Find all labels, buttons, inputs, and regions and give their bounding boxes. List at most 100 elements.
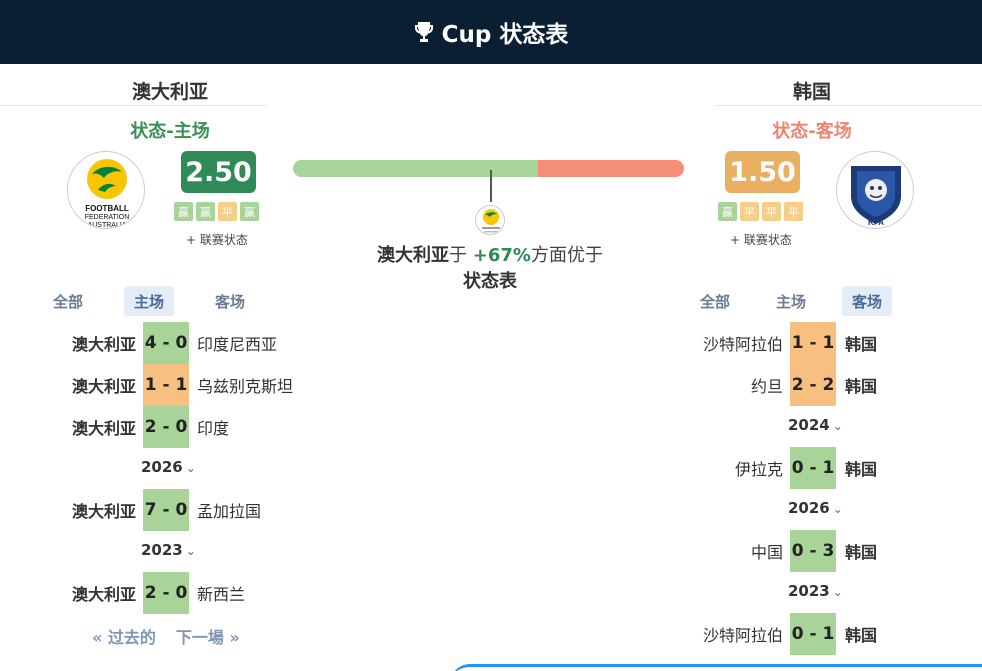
chevron-down-icon: ⌄ <box>185 461 196 475</box>
comparison-subject: 状态表 <box>463 271 517 292</box>
match-row[interactable]: 沙特阿拉伯 0 - 1 韩国 <box>660 613 877 655</box>
divider <box>0 105 267 106</box>
mini-form-box: 赢 <box>718 202 737 221</box>
mini-form-box: 赢 <box>174 202 193 221</box>
tab-all[interactable]: 全部 <box>690 286 740 316</box>
home-form-label: 状态-主场 <box>130 121 210 142</box>
korea-crest: KFA <box>836 151 914 229</box>
match-row[interactable]: 澳大利亚 4 - 0 印度尼西亚 <box>40 322 277 364</box>
comparison-suffix: 方面优于 <box>530 245 603 266</box>
away-tabs: 全部 主场 客场 <box>690 286 892 316</box>
svg-text:AUSTRALIA: AUSTRALIA <box>88 222 127 229</box>
away-team-cell: 乌兹别克斯坦 <box>197 377 294 396</box>
away-team-cell: 韩国 <box>845 626 878 645</box>
home-share-bar <box>293 160 539 177</box>
away-league-form-link[interactable]: + 联赛状态 <box>730 231 792 248</box>
home-team-cell: 中国 <box>750 543 783 562</box>
year-label: 2024 <box>788 416 830 434</box>
home-team-cell: 澳大利亚 <box>71 502 136 521</box>
score-cell[interactable]: 2 - 0 <box>143 572 189 614</box>
svg-text:FEDERATION: FEDERATION <box>85 214 130 221</box>
mini-form-box: 平 <box>784 202 803 221</box>
comparison-pointer <box>490 170 492 202</box>
mini-form-box: 平 <box>218 202 237 221</box>
away-rating-badge: 1.50 <box>725 151 800 193</box>
home-team-cell: 澳大利亚 <box>71 419 136 438</box>
match-row[interactable]: 澳大利亚 1 - 1 乌兹别克斯坦 <box>40 364 293 406</box>
pager: « 过去的 下一場 » <box>92 624 240 648</box>
divider <box>715 105 982 106</box>
australia-crest-small <box>475 205 505 235</box>
comparison-prefix: 于 <box>449 245 468 266</box>
mini-form-box: 平 <box>762 202 781 221</box>
score-cell[interactable]: 1 - 1 <box>143 364 189 406</box>
mini-form-box: 平 <box>740 202 759 221</box>
away-team-cell: 韩国 <box>845 377 878 396</box>
score-cell[interactable]: 4 - 0 <box>143 322 189 364</box>
away-team-cell: 韩国 <box>845 460 878 479</box>
home-tabs: 全部 主场 客场 <box>38 286 260 316</box>
match-row[interactable]: 沙特阿拉伯 1 - 1 韩国 <box>660 322 877 364</box>
tab-all[interactable]: 全部 <box>38 286 98 316</box>
year-divider[interactable]: 2023 ⌄ <box>141 541 196 559</box>
svg-text:FOOTBALL: FOOTBALL <box>85 204 129 213</box>
header-bar: Cup 状态表 <box>0 0 982 64</box>
home-team-cell: 约旦 <box>750 377 783 396</box>
chevron-down-icon: ⌄ <box>832 502 843 516</box>
home-mini-forms: 赢赢平赢 <box>174 202 259 221</box>
year-divider[interactable]: 2026 ⌄ <box>141 458 196 476</box>
svg-text:KFA: KFA <box>868 218 884 227</box>
away-team-cell: 韩国 <box>845 543 878 562</box>
comparison-percent: +67% <box>472 245 531 266</box>
tab-away[interactable]: 客场 <box>842 286 892 316</box>
match-row[interactable]: 澳大利亚 7 - 0 孟加拉国 <box>40 489 261 531</box>
tab-away[interactable]: 客场 <box>200 286 260 316</box>
australia-crest: FOOTBALL FEDERATION AUSTRALIA <box>67 151 145 229</box>
comparison-summary: 澳大利亚于 +67%方面优于 状态表 <box>300 243 680 295</box>
home-team-cell: 澳大利亚 <box>71 335 136 354</box>
chevron-down-icon: ⌄ <box>832 585 843 599</box>
year-label: 2026 <box>788 499 830 517</box>
bottom-overlay-edge <box>450 664 982 671</box>
mini-form-box: 赢 <box>240 202 259 221</box>
match-row[interactable]: 中国 0 - 3 韩国 <box>660 530 877 572</box>
away-team-cell: 新西兰 <box>197 585 246 604</box>
home-league-form-link[interactable]: + 联赛状态 <box>186 231 248 248</box>
score-cell[interactable]: 0 - 1 <box>790 447 836 489</box>
match-row[interactable]: 伊拉克 0 - 1 韩国 <box>660 447 877 489</box>
home-rating-badge: 2.50 <box>181 151 256 193</box>
away-team-cell: 印度 <box>197 419 230 438</box>
year-divider[interactable]: 2023 ⌄ <box>788 582 843 600</box>
home-team-name[interactable]: 澳大利亚 <box>0 77 340 104</box>
year-label: 2023 <box>788 582 830 600</box>
home-team-cell: 澳大利亚 <box>71 377 136 396</box>
year-label: 2026 <box>141 458 183 476</box>
score-cell[interactable]: 0 - 1 <box>790 613 836 655</box>
next-matches-link[interactable]: 下一場 » <box>176 624 240 648</box>
away-form-label: 状态-客场 <box>772 121 852 142</box>
page-title: Cup 状态表 <box>441 22 569 48</box>
match-row[interactable]: 澳大利亚 2 - 0 印度 <box>40 406 229 448</box>
match-row[interactable]: 约旦 2 - 2 韩国 <box>660 364 877 406</box>
score-cell[interactable]: 2 - 2 <box>790 364 836 406</box>
score-cell[interactable]: 1 - 1 <box>790 322 836 364</box>
score-cell[interactable]: 7 - 0 <box>143 489 189 531</box>
chevron-down-icon: ⌄ <box>832 419 843 433</box>
year-divider[interactable]: 2024 ⌄ <box>788 416 843 434</box>
year-divider[interactable]: 2026 ⌄ <box>788 499 843 517</box>
comparison-bar <box>293 160 684 177</box>
home-team-cell: 澳大利亚 <box>71 585 136 604</box>
tab-home[interactable]: 主场 <box>124 286 174 316</box>
home-team-cell: 沙特阿拉伯 <box>702 335 783 354</box>
away-team-cell: 孟加拉国 <box>197 502 262 521</box>
away-team-cell: 韩国 <box>845 335 878 354</box>
score-cell[interactable]: 0 - 3 <box>790 530 836 572</box>
away-team-name[interactable]: 韩国 <box>642 77 982 104</box>
previous-matches-link[interactable]: « 过去的 <box>92 624 156 648</box>
score-cell[interactable]: 2 - 0 <box>143 406 189 448</box>
tab-home[interactable]: 主场 <box>766 286 816 316</box>
mini-form-box: 赢 <box>196 202 215 221</box>
match-row[interactable]: 澳大利亚 2 - 0 新西兰 <box>40 572 245 614</box>
away-team-cell: 印度尼西亚 <box>197 335 278 354</box>
chevron-down-icon: ⌄ <box>185 544 196 558</box>
